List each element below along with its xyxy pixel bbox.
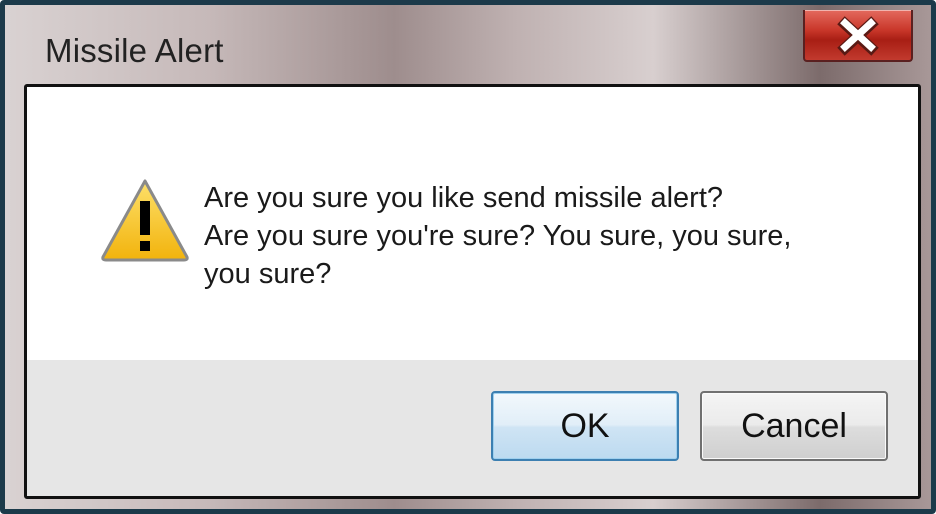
title-bar[interactable]: Missile Alert	[10, 10, 936, 84]
message-line: Are you sure you're sure? You sure, you …	[204, 220, 792, 252]
alert-message: Are you sure you like send missile alert…	[204, 179, 884, 293]
ok-button[interactable]: OK	[491, 391, 679, 461]
close-icon	[837, 16, 879, 56]
message-area: Are you sure you like send missile alert…	[27, 87, 918, 360]
message-line: Are you sure you like send missile alert…	[204, 182, 724, 214]
window-title: Missile Alert	[45, 32, 224, 69]
cancel-button[interactable]: Cancel	[700, 391, 888, 461]
button-bar: OK Cancel	[27, 360, 918, 496]
close-button[interactable]	[803, 10, 913, 62]
message-line: you sure?	[204, 258, 332, 290]
dialog-window: Missile Alert Are you sure you like send…	[0, 0, 936, 514]
warning-icon	[101, 179, 189, 262]
dialog-content: Are you sure you like send missile alert…	[24, 84, 921, 499]
